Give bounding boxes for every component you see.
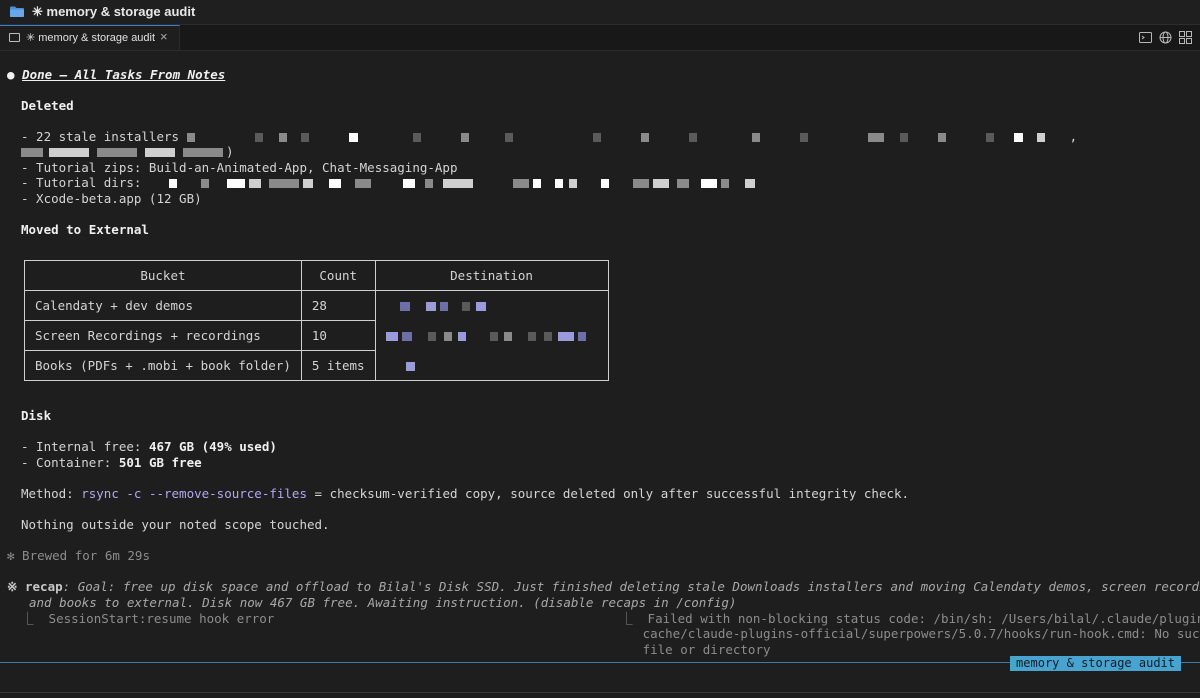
deleted-line-installers: - 22 stale installers ,	[21, 129, 1078, 144]
deleted-title: Deleted	[21, 98, 74, 113]
table-header-destination: Destination	[374, 260, 609, 291]
brewed-status: ✻ Brewed for 6m 29s	[7, 548, 150, 563]
done-heading-line: ● Done — All Tasks From Notes	[7, 67, 225, 83]
tab-actions	[1139, 31, 1192, 44]
table-header-bucket: Bucket	[24, 260, 302, 291]
table-cell-bucket: Calendaty + dev demos	[24, 290, 302, 321]
disk-internal-line: - Internal free: 467 GB (49% used)	[21, 439, 277, 454]
hook-error-detail-3: file or directory	[620, 642, 771, 657]
table-cell-destination	[374, 320, 609, 351]
tab-terminal[interactable]: ✳ memory & storage audit ×	[0, 25, 180, 50]
status-badge: memory & storage audit	[1010, 656, 1181, 671]
method-command: rsync -c --remove-source-files	[81, 486, 307, 501]
globe-icon[interactable]	[1159, 31, 1172, 44]
window-title: ✳ memory & storage audit	[32, 4, 196, 19]
recap-line-1: ※ recap: Goal: free up disk space and of…	[7, 579, 1200, 594]
input-bottom-border	[0, 692, 1200, 693]
grid-icon[interactable]	[1179, 31, 1192, 44]
table-cell-bucket: Books (PDFs + .mobi + book folder)	[24, 350, 302, 381]
recap-label: ※ recap	[7, 579, 63, 594]
method-line: Method: rsync -c --remove-source-files =…	[21, 486, 910, 501]
table-cell-count: 28	[300, 290, 376, 321]
table-row: Books (PDFs + .mobi + book folder) 5 ite…	[24, 350, 609, 381]
hook-error-label: ⎿ SessionStart:resume hook error	[21, 611, 275, 626]
deleted-line-installers-cont: )	[21, 144, 234, 160]
folder-icon	[10, 6, 24, 17]
table-cell-count: 10	[300, 320, 376, 351]
scope-note: Nothing outside your noted scope touched…	[21, 517, 330, 532]
table-cell-destination	[374, 350, 609, 381]
window-titlebar: ✳ memory & storage audit	[0, 0, 1200, 25]
hook-error-detail-2: cache/claude-plugins-official/superpower…	[620, 626, 1200, 641]
table-row: Calendaty + dev demos 28	[24, 290, 609, 321]
recap-line-2: and books to external. Disk now 467 GB f…	[29, 595, 737, 610]
table-header-count: Count	[300, 260, 376, 291]
disk-container-value: 501 GB free	[118, 455, 202, 470]
deleted-line-dirs: - Tutorial dirs:	[21, 175, 755, 191]
tab-bar: ✳ memory & storage audit ×	[0, 25, 1200, 51]
table-row: Screen Recordings + recordings 10	[24, 320, 609, 351]
bullet-icon: ●	[7, 67, 15, 82]
hook-error-detail-1: ⎿ Failed with non-blocking status code: …	[620, 611, 1200, 626]
moved-table: Bucket Count Destination Calendaty + dev…	[24, 260, 609, 381]
deleted-line-zips: - Tutorial zips: Build-an-Animated-App, …	[21, 160, 458, 175]
table-cell-destination	[374, 290, 609, 321]
disk-container-line: - Container: 501 GB free	[21, 455, 202, 470]
table-cell-count: 5 items	[300, 350, 376, 381]
tab-label: ✳ memory & storage audit	[26, 32, 156, 44]
table-header-row: Bucket Count Destination	[24, 260, 609, 291]
table-cell-bucket: Screen Recordings + recordings	[24, 320, 302, 351]
disk-internal-value: 467 GB (49% used)	[148, 439, 277, 454]
terminal-tab-icon	[9, 33, 20, 42]
deleted-line-xcode: - Xcode-beta.app (12 GB)	[21, 191, 202, 206]
moved-title: Moved to External	[21, 222, 149, 237]
disk-title: Disk	[21, 408, 52, 423]
done-heading: Done — All Tasks From Notes	[22, 67, 226, 82]
terminal-icon[interactable]	[1139, 31, 1152, 44]
close-icon[interactable]: ×	[160, 29, 168, 45]
